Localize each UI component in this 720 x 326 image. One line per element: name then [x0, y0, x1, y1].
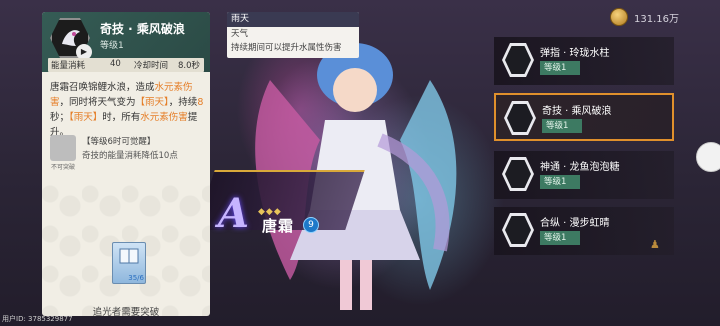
- desc-text: 唐霜召唤锦鲤水浪，造成: [50, 82, 155, 93]
- weather-tooltip: 雨天 天气 持续期间可以提升水属性伤害: [227, 12, 359, 58]
- tooltip-title: 雨天: [227, 12, 359, 27]
- skill-item-3[interactable]: 神通 · 龙鱼泡泡糖 等级1: [494, 151, 674, 199]
- awaken-info: 不可突破 【等级6时可觉醒】 奇技的能量消耗降低10点: [50, 135, 202, 171]
- desc-highlight: 【雨天】: [135, 97, 169, 108]
- skill-item-name: 奇技 · 乘风破浪: [542, 106, 612, 117]
- bubble-icon: [502, 157, 534, 191]
- side-chat-button[interactable]: [696, 142, 720, 172]
- tooltip-desc: 持续期间可以提升水属性伤害: [231, 43, 342, 53]
- energy-cost-label: 能量消耗: [51, 61, 86, 71]
- currency-display[interactable]: 131.16万: [610, 8, 716, 26]
- cooldown-value: 8.0秒: [178, 61, 201, 71]
- locked-skill-label: 不可突破: [50, 164, 75, 171]
- skill-item-level: 等级1: [542, 119, 582, 133]
- desc-text: ，持续: [168, 97, 198, 108]
- skill-item-level: 等级1: [540, 175, 580, 189]
- character-grade: A: [218, 190, 250, 237]
- skill-item-level: 等级1: [540, 231, 580, 245]
- tooltip-type: 天气: [231, 29, 249, 39]
- awaken-title: 【等级6时可觉醒】: [82, 137, 156, 147]
- rainbow-icon: [502, 213, 534, 247]
- desc-highlight: 水元素伤害: [140, 112, 188, 123]
- awaken-text: 奇技的能量消耗降低10点: [82, 151, 178, 161]
- desc-text: 秒；: [50, 112, 70, 123]
- skill-stats-bar: 能量消耗 40 冷却时间 8.0秒: [48, 58, 204, 72]
- desc-text: 时，所有: [102, 112, 141, 123]
- skill-item-level: 等级1: [540, 61, 580, 75]
- element-badge: 9: [303, 217, 319, 233]
- book-icon: [119, 248, 139, 264]
- energy-cost-value: 40: [110, 59, 121, 69]
- skill-item-4[interactable]: 合纵 · 漫步虹晴 等级1: [494, 207, 674, 255]
- skill-item-name: 神通 · 龙鱼泡泡糖: [540, 162, 620, 173]
- skill-detail-panel: ▶ 奇技 · 乘风破浪 等级1 能量消耗 40 冷却时间 8.0秒 唐霜召唤锦鲤…: [42, 12, 210, 316]
- character-name: 唐霜: [262, 217, 295, 235]
- desc-highlight: 8: [197, 97, 204, 108]
- user-id: 用户ID: 3785329877: [2, 315, 73, 323]
- cooldown-label: 冷却时间: [134, 61, 169, 71]
- skill-item-name: 弹指 · 玲珑水柱: [540, 48, 610, 59]
- item-count: 35/6: [128, 274, 144, 282]
- person-icon[interactable]: ♟: [650, 238, 662, 251]
- locked-skill-icon: [50, 135, 76, 161]
- skill-item-2[interactable]: 奇技 · 乘风破浪 等级1: [494, 93, 674, 141]
- skill-item-1[interactable]: 弹指 · 玲珑水柱 等级1: [494, 37, 674, 85]
- dragon-icon: [504, 101, 536, 135]
- skill-level: 等级1: [100, 41, 124, 51]
- skill-description: 唐霜召唤锦鲤水浪，造成水元素伤害，同时将天气变为【雨天】，持续8秒；【雨天】时，…: [50, 80, 204, 140]
- coin-value: 131.16万: [634, 14, 679, 25]
- skill-item-name: 合纵 · 漫步虹晴: [540, 218, 610, 229]
- desc-highlight: 【雨天】: [69, 112, 103, 123]
- eye-orb-icon: [502, 43, 534, 77]
- coin-icon: [610, 8, 628, 26]
- desc-text: ，同时将天气变为: [59, 97, 136, 108]
- skill-title: 奇技 · 乘风破浪: [100, 22, 185, 36]
- skill-detail-header: ▶ 奇技 · 乘风破浪 等级1 能量消耗 40 冷却时间 8.0秒: [42, 12, 210, 72]
